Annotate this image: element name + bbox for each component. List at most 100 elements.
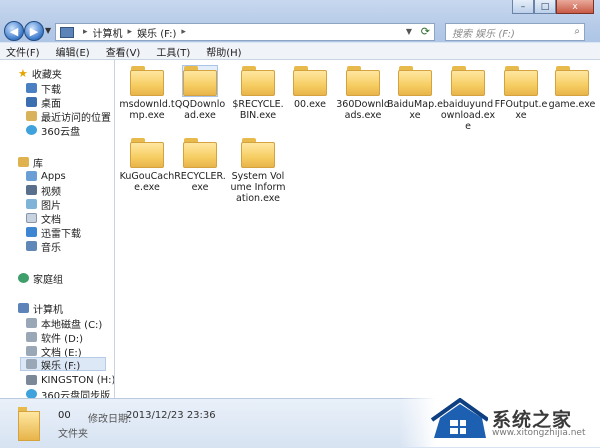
nav-libraries[interactable]: 库 bbox=[18, 155, 43, 170]
forward-button[interactable]: ▶ bbox=[24, 21, 44, 41]
folder-label: QQDownload.exe bbox=[174, 99, 226, 121]
nav-item-label: 桌面 bbox=[41, 98, 61, 110]
nav-item-label: 视频 bbox=[41, 186, 61, 198]
star-icon: ★ bbox=[18, 66, 28, 80]
address-bar[interactable]: ▸ 计算机 ▸ 娱乐 (F:) ▸ ▼ ⟳ bbox=[55, 23, 435, 41]
menu-bar: 文件(F) 编辑(E) 查看(V) 工具(T) 帮助(H) bbox=[0, 43, 600, 60]
folder-label: 00.exe bbox=[294, 99, 326, 110]
search-input[interactable]: 搜索 娱乐 (F:) ⌕ bbox=[445, 23, 585, 41]
modified-date-value: 2013/12/23 23:36 bbox=[126, 410, 216, 421]
nav-item-label: Apps bbox=[41, 170, 66, 182]
computer-icon bbox=[60, 26, 74, 38]
nav-item-music[interactable]: 音乐 bbox=[26, 239, 61, 254]
nav-item-label: 图片 bbox=[41, 200, 61, 212]
folder-label: RECYCLER.exe bbox=[174, 171, 226, 193]
nav-item-downloads[interactable]: 下载 bbox=[26, 81, 61, 96]
nav-item-360cloud[interactable]: 360云盘 bbox=[26, 123, 81, 138]
cloud-icon bbox=[26, 389, 37, 398]
folder-icon bbox=[555, 66, 589, 96]
breadcrumb-computer[interactable]: 计算机 bbox=[93, 25, 123, 40]
folder-item[interactable]: RECYCLER.exe bbox=[172, 138, 228, 193]
address-dropdown-icon[interactable]: ▼ bbox=[406, 27, 412, 36]
watermark-url: www.xitongzhijia.net bbox=[492, 428, 586, 438]
desktop-icon bbox=[26, 97, 37, 107]
menu-view[interactable]: 查看(V) bbox=[106, 44, 141, 59]
nav-item-360sync[interactable]: 360云盘同步版 bbox=[26, 387, 110, 398]
folder-item[interactable]: FFOutput.exe bbox=[493, 66, 549, 121]
folder-item[interactable]: System Volume Information.exe bbox=[230, 138, 286, 204]
folder-item[interactable]: msdownld.tmp.exe bbox=[119, 66, 175, 121]
menu-tools[interactable]: 工具(T) bbox=[156, 44, 190, 59]
refresh-icon[interactable]: ⟳ bbox=[421, 25, 430, 38]
nav-homegroup[interactable]: 家庭组 bbox=[18, 271, 63, 286]
breadcrumb-drive[interactable]: 娱乐 (F:) bbox=[137, 25, 176, 40]
drive-icon bbox=[26, 346, 37, 356]
homegroup-icon bbox=[18, 273, 29, 283]
back-button[interactable]: ◀ bbox=[4, 21, 24, 41]
nav-item-desktop[interactable]: 桌面 bbox=[26, 95, 61, 110]
search-icon[interactable]: ⌕ bbox=[574, 26, 580, 37]
folder-icon bbox=[241, 138, 275, 168]
nav-item-drive-h[interactable]: KINGSTON (H:) bbox=[26, 373, 114, 387]
folder-item[interactable]: $RECYCLE.BIN.exe bbox=[230, 66, 286, 121]
library-icon bbox=[18, 157, 29, 167]
nav-item-label: 软件 (D:) bbox=[41, 333, 84, 345]
video-icon bbox=[26, 185, 37, 195]
nav-homegroup-label: 家庭组 bbox=[33, 274, 63, 286]
nav-item-label: 文档 bbox=[41, 214, 61, 226]
nav-item-drive-c[interactable]: 本地磁盘 (C:) bbox=[26, 316, 102, 331]
nav-item-video[interactable]: 视频 bbox=[26, 183, 61, 198]
nav-libraries-label: 库 bbox=[33, 158, 43, 170]
menu-file[interactable]: 文件(F) bbox=[6, 44, 40, 59]
folder-item[interactable]: 00.exe bbox=[282, 66, 338, 110]
folder-label: BaiduMap.exe bbox=[387, 99, 443, 121]
folder-item[interactable]: KuGouCache.exe bbox=[119, 138, 175, 193]
nav-item-label: 360云盘 bbox=[41, 126, 81, 138]
nav-favorites-label: 收藏夹 bbox=[31, 69, 62, 81]
selected-item-name: 00 bbox=[58, 410, 71, 421]
folder-icon bbox=[293, 66, 327, 96]
folder-item[interactable]: BaiduMap.exe bbox=[387, 66, 443, 121]
nav-item-label: 360云盘同步版 bbox=[41, 390, 111, 399]
breadcrumb-separator: ▸ bbox=[181, 27, 186, 37]
breadcrumb-separator: ▸ bbox=[83, 27, 88, 37]
nav-item-thunder[interactable]: 迅雷下载 bbox=[26, 225, 81, 240]
folder-item[interactable]: baiduyundownload.exe bbox=[440, 66, 496, 132]
folder-item[interactable]: 360Downloads.exe bbox=[335, 66, 391, 121]
nav-item-label: 迅雷下载 bbox=[41, 228, 81, 240]
folder-label: FFOutput.exe bbox=[494, 99, 548, 121]
menu-help[interactable]: 帮助(H) bbox=[206, 44, 241, 59]
item-type: 文件夹 bbox=[58, 429, 88, 440]
close-button[interactable]: x bbox=[556, 0, 594, 14]
folder-icon bbox=[504, 66, 538, 96]
usb-drive-icon bbox=[26, 375, 37, 385]
nav-computer[interactable]: 计算机 bbox=[18, 301, 63, 316]
folder-item[interactable]: QQDownload.exe bbox=[172, 65, 228, 121]
nav-item-apps[interactable]: Apps bbox=[26, 169, 66, 183]
folder-icon bbox=[451, 66, 485, 96]
folder-label: 360Downloads.exe bbox=[336, 99, 390, 121]
maximize-button[interactable]: □ bbox=[534, 0, 556, 14]
folder-icon bbox=[398, 66, 432, 96]
folder-label: baiduyundownload.exe bbox=[440, 99, 496, 132]
folder-item[interactable]: game.exe bbox=[544, 66, 600, 110]
minimize-button[interactable]: – bbox=[512, 0, 534, 14]
folder-label: System Volume Information.exe bbox=[230, 171, 286, 204]
nav-favorites[interactable]: ★ 收藏夹 bbox=[18, 66, 62, 81]
folder-icon bbox=[346, 66, 380, 96]
pictures-icon bbox=[26, 199, 37, 209]
folder-icon bbox=[18, 407, 40, 441]
nav-computer-label: 计算机 bbox=[33, 304, 63, 316]
recent-places-icon bbox=[26, 111, 37, 121]
nav-item-pictures[interactable]: 图片 bbox=[26, 197, 61, 212]
nav-item-recent[interactable]: 最近访问的位置 bbox=[26, 109, 111, 124]
folder-icon bbox=[182, 65, 218, 97]
navigation-pane: ★ 收藏夹 下载 桌面 最近访问的位置 360云盘 库 Apps 视频 图片 文… bbox=[0, 60, 115, 398]
nav-item-documents[interactable]: 文档 bbox=[26, 211, 61, 226]
nav-item-drive-d[interactable]: 软件 (D:) bbox=[26, 330, 84, 345]
nav-item-drive-f[interactable]: 娱乐 (F:) bbox=[20, 357, 106, 372]
folder-label: KuGouCache.exe bbox=[119, 171, 175, 193]
drive-icon bbox=[26, 332, 37, 342]
recent-pages-dropdown[interactable]: ▼ bbox=[45, 26, 51, 35]
menu-edit[interactable]: 编辑(E) bbox=[56, 44, 90, 59]
